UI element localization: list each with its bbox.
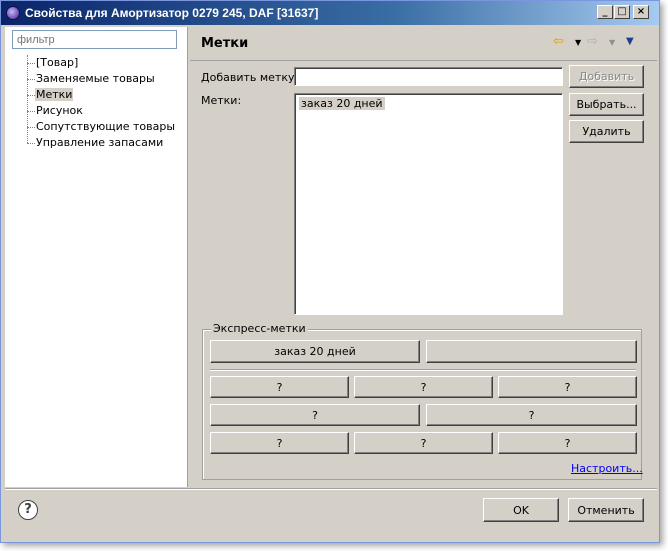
tree-item-picture[interactable]: Рисунок bbox=[5, 103, 188, 119]
back-arrow-icon[interactable]: ⇦ bbox=[553, 34, 564, 50]
close-button[interactable]: × bbox=[633, 5, 649, 19]
tree-item-label: Сопутствующие товары bbox=[36, 120, 176, 133]
express-tag-button[interactable]: заказ 20 дней bbox=[210, 340, 420, 363]
tags-label: Метки: bbox=[201, 94, 242, 107]
add-tag-label: Добавить метку: bbox=[201, 71, 299, 84]
page-title: Метки bbox=[201, 36, 249, 51]
tree-item-label: [Товар] bbox=[36, 56, 79, 69]
tags-list[interactable]: заказ 20 дней bbox=[294, 93, 563, 315]
configure-link[interactable]: Настроить... bbox=[571, 462, 643, 475]
app-logo-icon bbox=[6, 6, 20, 20]
express-tags-title: Экспресс-метки bbox=[211, 322, 308, 335]
tree-item-label: Управление запасами bbox=[36, 136, 164, 149]
add-tag-input[interactable] bbox=[294, 67, 563, 86]
maximize-button[interactable]: □ bbox=[614, 5, 630, 19]
navigation-pane: [Товар] Заменяемые товары Метки Рисунок … bbox=[5, 27, 188, 487]
tree-item-replaced-goods[interactable]: Заменяемые товары bbox=[5, 71, 188, 87]
tree-item-label: Рисунок bbox=[36, 104, 83, 117]
express-tag-slot[interactable]: ? bbox=[210, 376, 349, 398]
minimize-button[interactable]: _ bbox=[597, 5, 613, 19]
property-tree: [Товар] Заменяемые товары Метки Рисунок … bbox=[5, 55, 188, 151]
forward-dropdown-icon[interactable]: ▼ bbox=[609, 38, 615, 54]
filter-input[interactable] bbox=[12, 30, 177, 49]
express-tag-slot[interactable]: ? bbox=[210, 404, 420, 426]
content-pane: Метки ⇦ ▼ ⇨ ▼ ▼ Добавить метку: Добавить… bbox=[190, 27, 657, 487]
express-tag-slot[interactable]: ? bbox=[498, 376, 637, 398]
express-tag-slot[interactable]: ? bbox=[354, 432, 493, 454]
express-tag-slot[interactable]: ? bbox=[210, 432, 349, 454]
express-tag-slot[interactable]: ? bbox=[426, 404, 637, 426]
tree-item-related-goods[interactable]: Сопутствующие товары bbox=[5, 119, 188, 135]
group-divider bbox=[210, 369, 636, 371]
properties-dialog: Свойства для Амортизатор 0279 245, DAF [… bbox=[0, 0, 660, 543]
tree-item-tags[interactable]: Метки bbox=[5, 87, 188, 103]
forward-arrow-icon[interactable]: ⇨ bbox=[587, 34, 598, 50]
cancel-button[interactable]: Отменить bbox=[568, 498, 644, 522]
list-item[interactable]: заказ 20 дней bbox=[299, 97, 385, 110]
express-tag-button[interactable] bbox=[426, 340, 637, 363]
header-divider bbox=[190, 60, 657, 61]
tree-item-label: Заменяемые товары bbox=[36, 72, 155, 85]
select-button[interactable]: Выбрать... bbox=[569, 93, 644, 116]
express-tag-slot[interactable]: ? bbox=[354, 376, 493, 398]
tree-item-label: Метки bbox=[35, 88, 74, 101]
tree-item-inventory[interactable]: Управление запасами bbox=[5, 135, 188, 151]
footer-divider bbox=[5, 488, 657, 490]
back-dropdown-icon[interactable]: ▼ bbox=[575, 38, 581, 54]
tree-item-product[interactable]: [Товар] bbox=[5, 55, 188, 71]
window-title: Свойства для Амортизатор 0279 245, DAF [… bbox=[25, 6, 319, 20]
express-tags-group: Экспресс-метки заказ 20 дней ? ? ? ? ? ?… bbox=[202, 322, 643, 480]
view-menu-icon[interactable]: ▼ bbox=[626, 36, 634, 52]
ok-button[interactable]: OK bbox=[483, 498, 559, 522]
express-tag-slot[interactable]: ? bbox=[498, 432, 637, 454]
delete-button[interactable]: Удалить bbox=[569, 120, 644, 143]
add-button[interactable]: Добавить bbox=[569, 65, 644, 88]
help-icon[interactable]: ? bbox=[18, 500, 38, 520]
title-bar[interactable]: Свойства для Амортизатор 0279 245, DAF [… bbox=[1, 1, 659, 25]
